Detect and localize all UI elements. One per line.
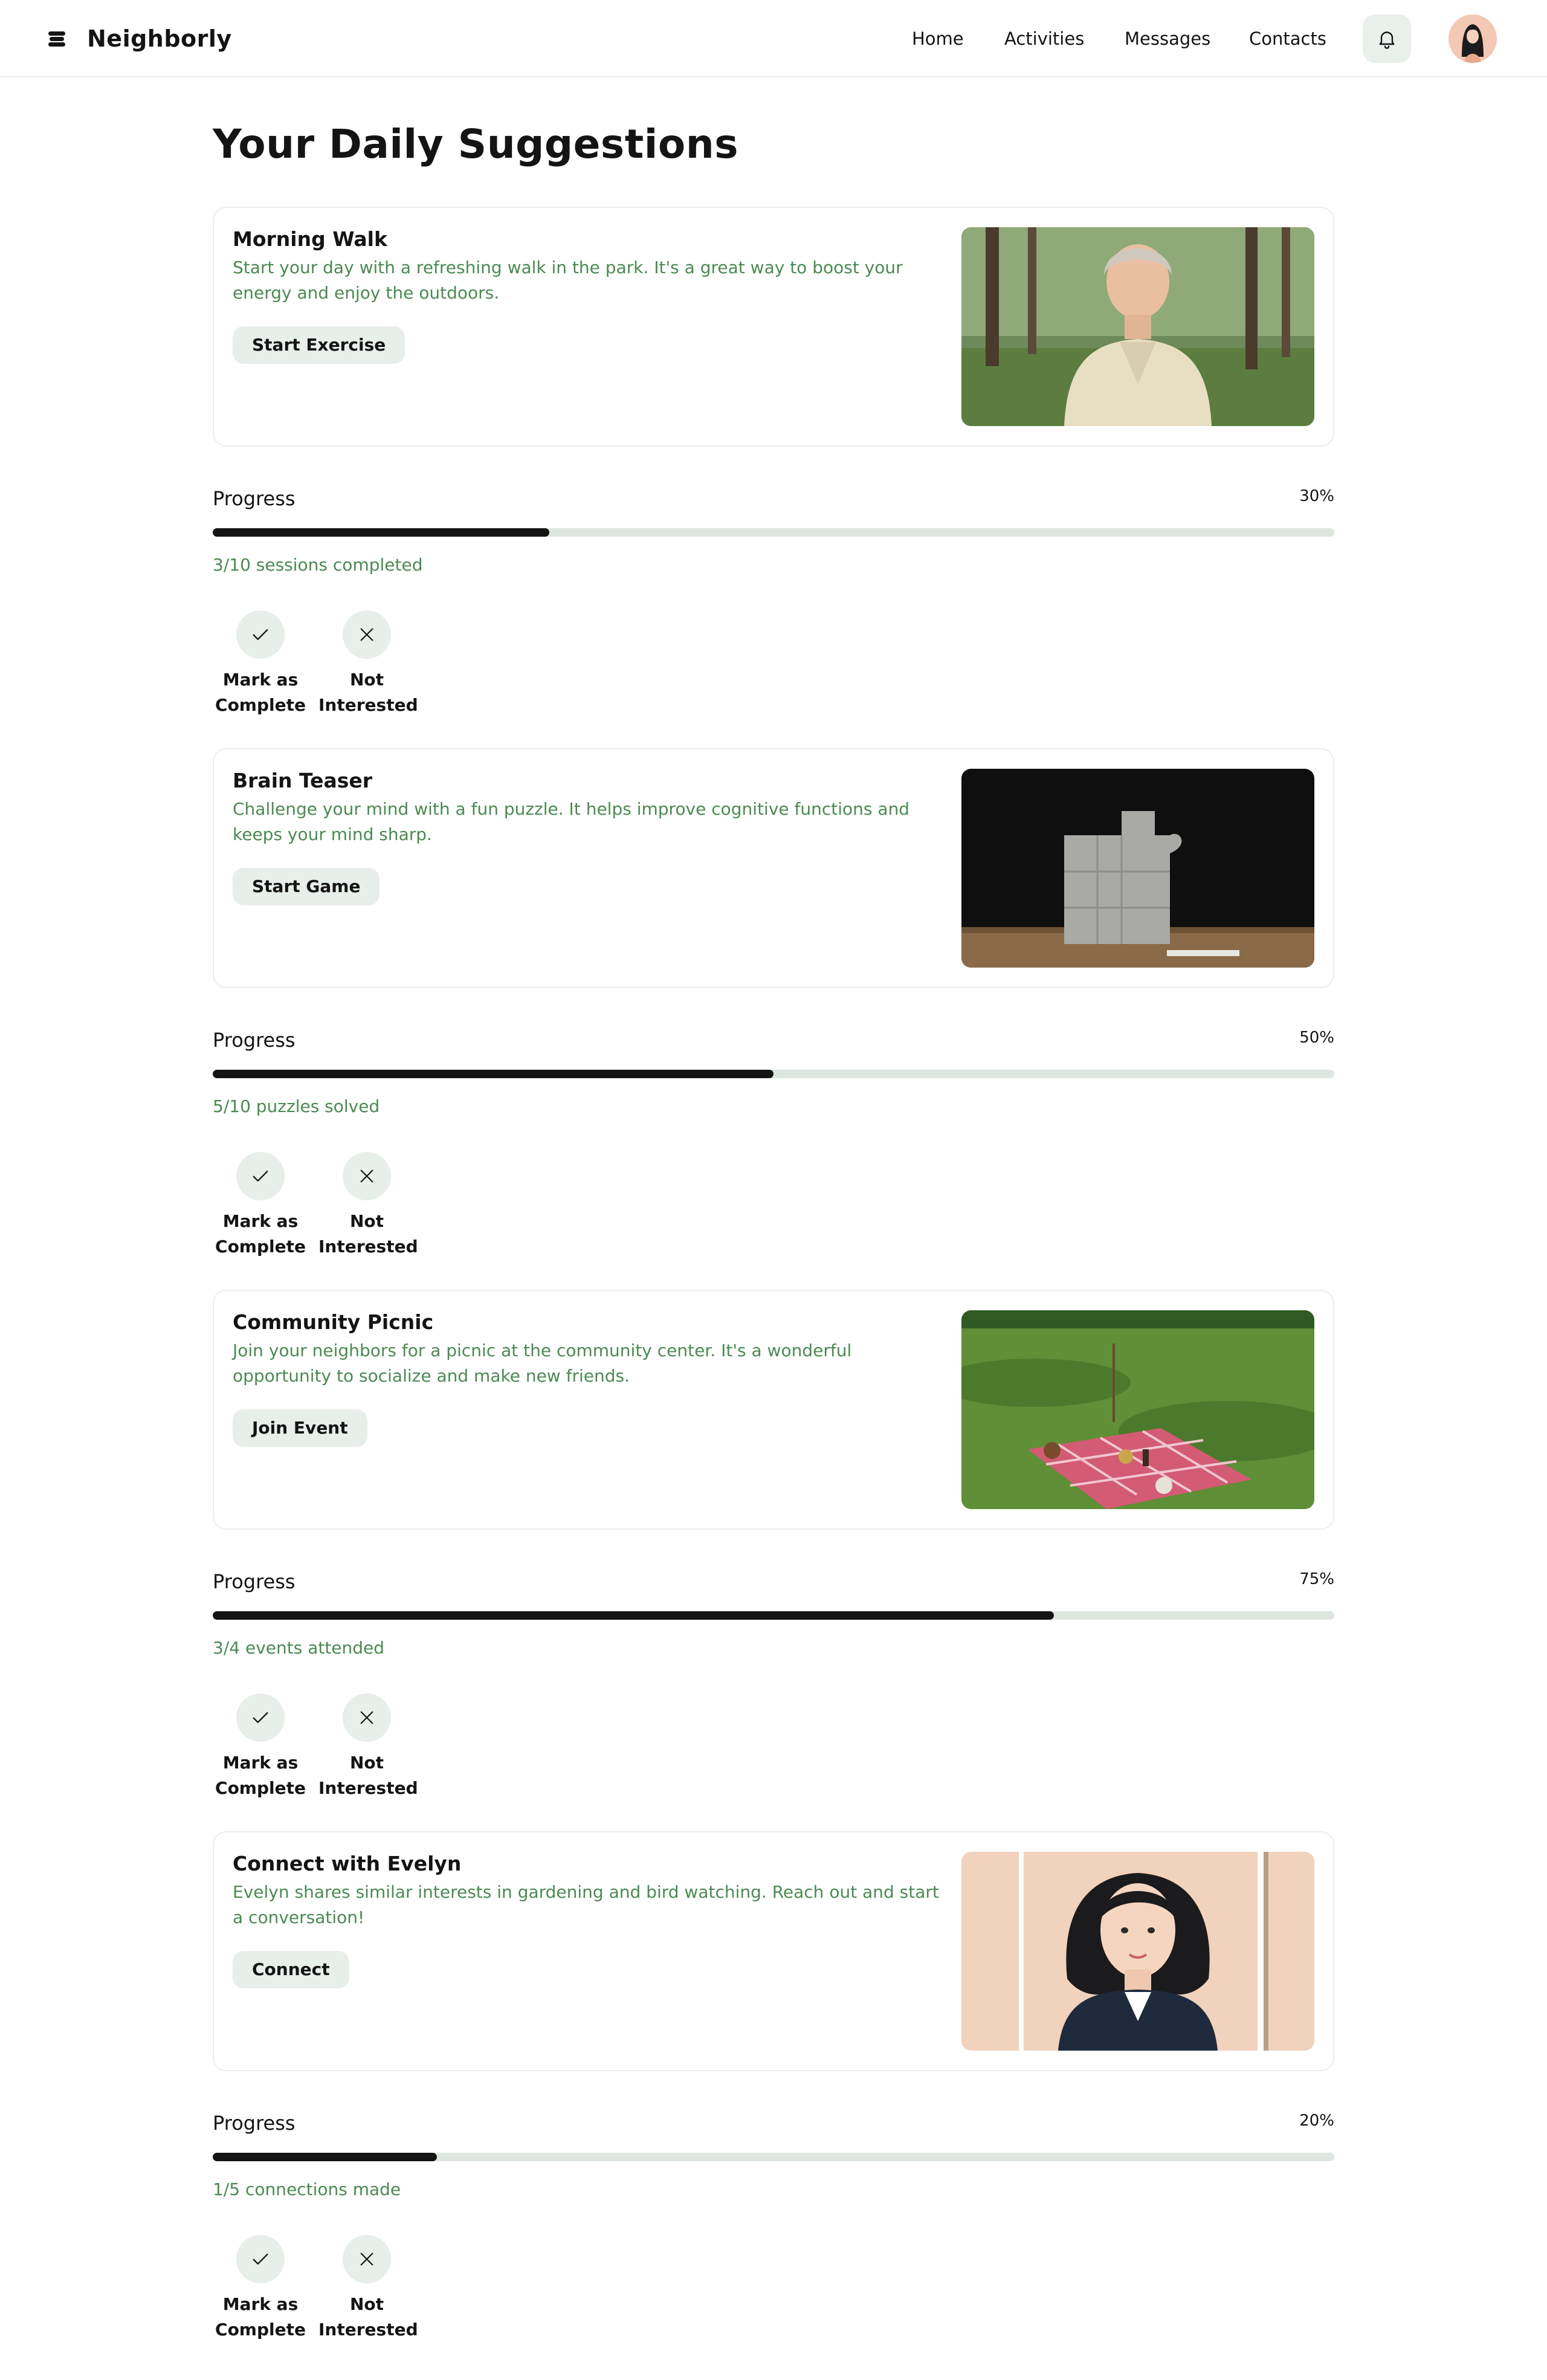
card-description: Evelyn shares similar interests in garde…	[233, 1882, 939, 1927]
suggestion-card-brain-teaser: Brain Teaser Challenge your mind with a …	[213, 748, 1334, 988]
checkmark-icon	[253, 1712, 268, 1723]
not-interested-button[interactable]	[343, 1152, 391, 1200]
close-icon	[360, 628, 373, 641]
not-interested-button[interactable]	[343, 610, 391, 659]
connect-button[interactable]: Connect	[233, 1951, 349, 1988]
suggestion-card-community-picnic: Community Picnic Join your neighbors for…	[213, 1290, 1334, 1530]
stacked-layers-icon	[48, 30, 65, 47]
brand[interactable]: Neighborly	[48, 24, 232, 53]
nav-messages[interactable]: Messages	[1125, 24, 1210, 53]
mark-complete-action[interactable]: Mark as Complete	[212, 1693, 309, 1801]
card-title: Morning Walk	[233, 227, 387, 251]
mark-complete-button[interactable]	[236, 610, 285, 659]
older-woman-in-park-photo	[961, 227, 1314, 426]
brand-name: Neighborly	[87, 25, 232, 52]
progress-bar-fill	[213, 1611, 1054, 1620]
suggestion-card-connect-evelyn: Connect with Evelyn Evelyn shares simila…	[213, 1831, 1334, 2071]
card-title: Connect with Evelyn	[233, 1852, 462, 1875]
mark-complete-label: Mark as Complete	[215, 2294, 306, 2340]
mark-complete-button[interactable]	[236, 1152, 285, 1200]
checkmark-icon	[253, 2254, 268, 2265]
mark-complete-action[interactable]: Mark as Complete	[212, 1152, 309, 1260]
jigsaw-puzzle-photo	[961, 769, 1314, 968]
card-title: Community Picnic	[233, 1310, 434, 1334]
progress-bar	[213, 528, 1334, 537]
not-interested-label: Not Interested	[318, 1753, 418, 1798]
progress-note: 3/10 sessions completed	[213, 555, 423, 575]
mark-complete-button[interactable]	[236, 2235, 285, 2283]
progress-percent: 20%	[1299, 2112, 1334, 2130]
nav-home[interactable]: Home	[912, 24, 964, 53]
card-title: Brain Teaser	[233, 769, 373, 792]
progress-bar	[213, 2153, 1334, 2161]
nav-contacts[interactable]: Contacts	[1249, 24, 1326, 53]
top-navbar: Neighborly Home Activities Messages Cont…	[0, 0, 1547, 77]
progress-bar-fill	[213, 1070, 774, 1078]
progress-percent: 75%	[1299, 1570, 1334, 1588]
start-game-button[interactable]: Start Game	[233, 868, 380, 905]
progress-note: 5/10 puzzles solved	[213, 1096, 380, 1116]
mark-complete-action[interactable]: Mark as Complete	[212, 2235, 309, 2343]
close-icon	[360, 1711, 373, 1724]
page-title: Your Daily Suggestions	[213, 121, 738, 167]
card-description: Start your day with a refreshing walk in…	[233, 257, 903, 303]
checkmark-icon	[253, 1171, 268, 1182]
nav-activities[interactable]: Activities	[1004, 24, 1084, 53]
card-description: Join your neighbors for a picnic at the …	[233, 1340, 852, 1386]
not-interested-button[interactable]	[343, 1693, 391, 1742]
mark-complete-label: Mark as Complete	[215, 670, 306, 715]
progress-label: Progress	[213, 2112, 296, 2135]
card-description: Challenge your mind with a fun puzzle. I…	[233, 799, 910, 844]
progress-bar	[213, 1611, 1334, 1620]
picnic-blanket-on-lawn-photo	[961, 1310, 1314, 1509]
avatar-portrait-icon	[1448, 15, 1497, 63]
mark-complete-action[interactable]: Mark as Complete	[212, 610, 309, 718]
user-avatar[interactable]	[1448, 15, 1497, 63]
progress-bar	[213, 1070, 1334, 1078]
join-event-button[interactable]: Join Event	[233, 1409, 367, 1447]
not-interested-button[interactable]	[343, 2235, 391, 2283]
mark-complete-label: Mark as Complete	[215, 1211, 306, 1256]
not-interested-label: Not Interested	[318, 1211, 418, 1256]
progress-bar-fill	[213, 2153, 438, 2161]
progress-label: Progress	[213, 1029, 296, 1052]
notifications-button[interactable]	[1363, 15, 1411, 63]
progress-percent: 50%	[1299, 1029, 1334, 1047]
not-interested-label: Not Interested	[318, 2294, 418, 2340]
not-interested-label: Not Interested	[318, 670, 418, 715]
progress-bar-fill	[213, 528, 549, 537]
bell-icon	[1379, 31, 1395, 49]
progress-percent: 30%	[1299, 487, 1334, 505]
evelyn-portrait-illustration	[961, 1852, 1314, 2051]
not-interested-action[interactable]: Not Interested	[318, 1693, 418, 1801]
not-interested-action[interactable]: Not Interested	[318, 1152, 418, 1260]
not-interested-action[interactable]: Not Interested	[318, 610, 418, 718]
close-icon	[360, 2252, 373, 2266]
mark-complete-label: Mark as Complete	[215, 1753, 306, 1798]
mark-complete-button[interactable]	[236, 1693, 285, 1742]
not-interested-action[interactable]: Not Interested	[318, 2235, 418, 2343]
progress-label: Progress	[213, 1570, 296, 1593]
close-icon	[360, 1169, 373, 1183]
progress-note: 3/4 events attended	[213, 1638, 385, 1658]
suggestion-card-morning-walk: Morning Walk Start your day with a refre…	[213, 207, 1334, 447]
progress-note: 1/5 connections made	[213, 2179, 401, 2199]
checkmark-icon	[253, 629, 268, 640]
start-exercise-button[interactable]: Start Exercise	[233, 326, 405, 364]
progress-label: Progress	[213, 487, 296, 510]
